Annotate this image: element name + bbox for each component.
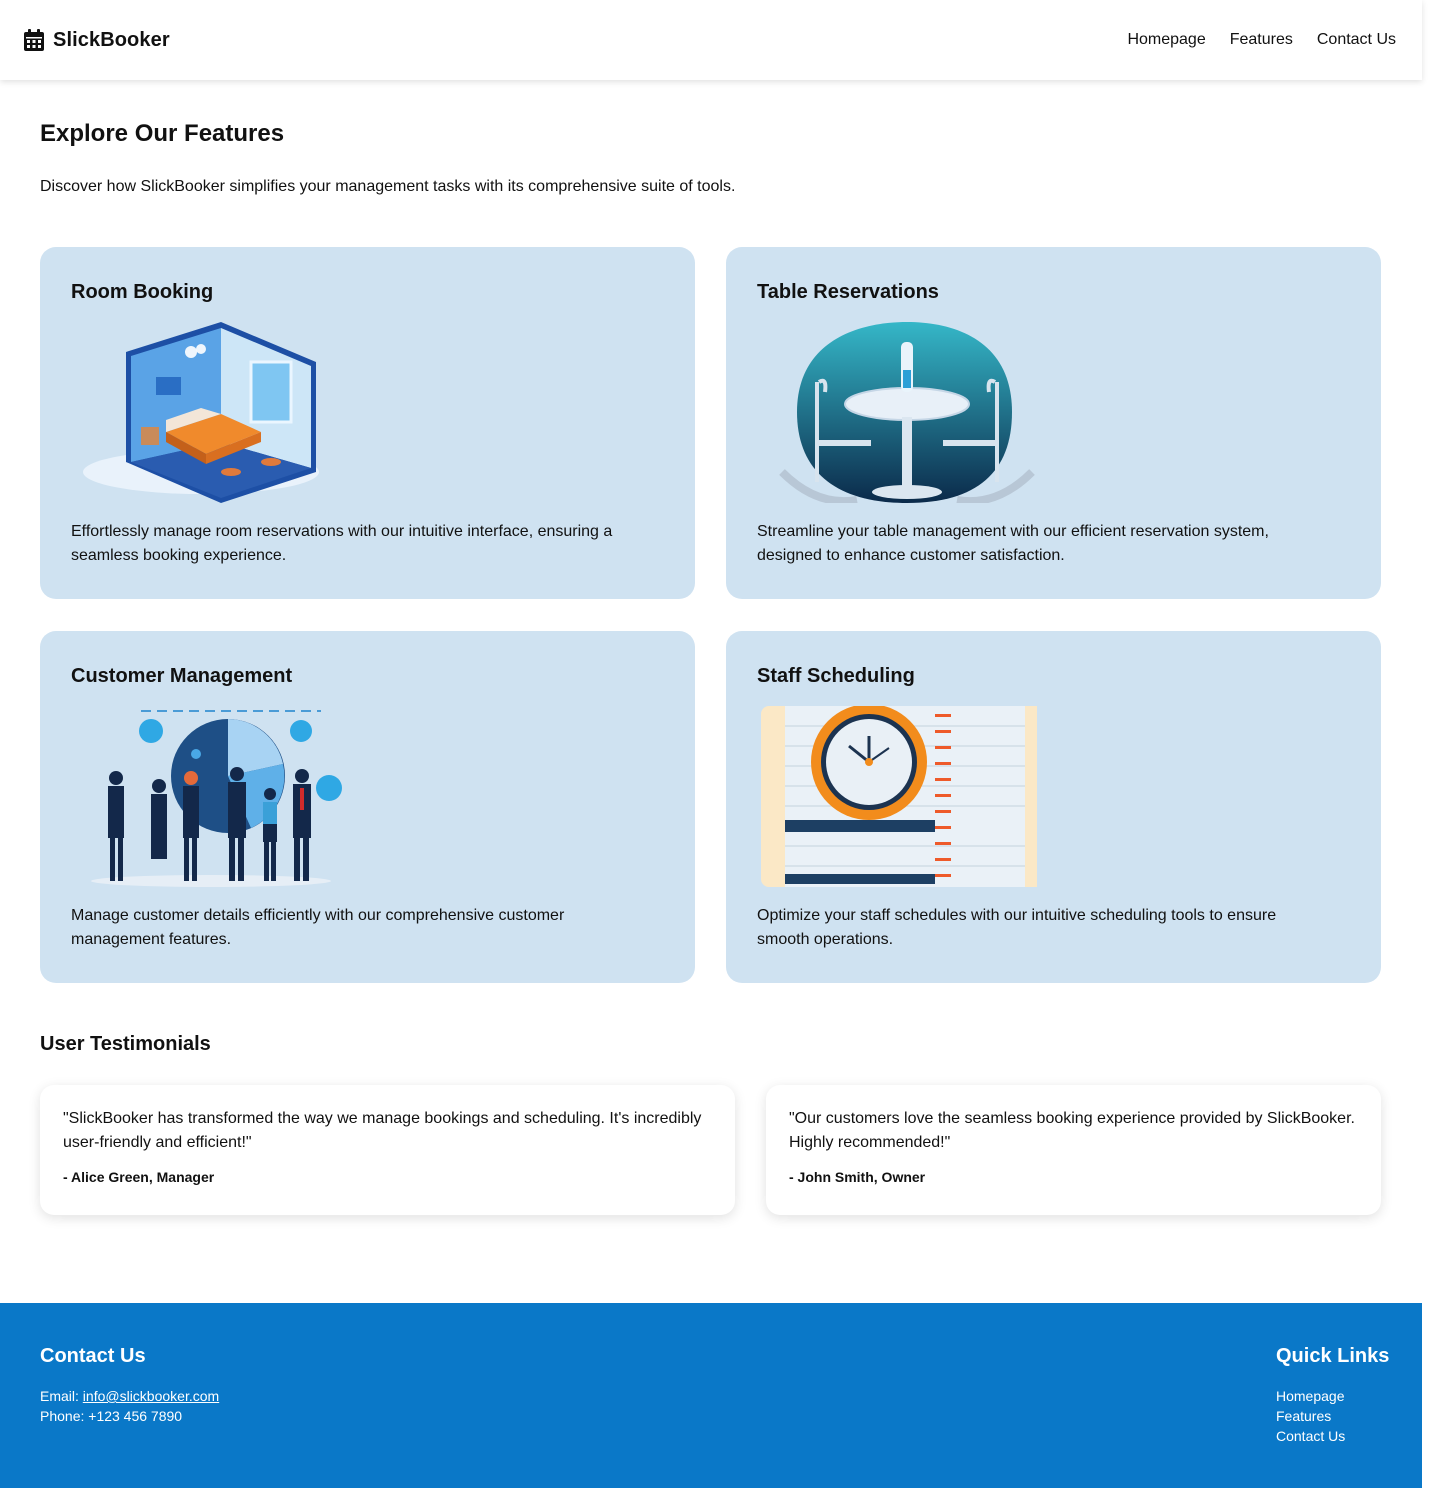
footer-email-line: Email: info@slickbooker.com [40,1386,219,1406]
brand[interactable]: SlickBooker [24,29,170,52]
table-chairs-illustration [779,322,1035,503]
clock-schedule-illustration [761,706,1037,887]
feature-title: Table Reservations [757,281,939,303]
main-nav: Homepage Features Contact Us [1127,31,1396,49]
footer-contact: Contact Us Email: info@slickbooker.com P… [40,1345,219,1426]
isometric-room-illustration [83,322,319,503]
page: SlickBooker Homepage Features Contact Us… [0,0,1422,1488]
feature-description: Effortlessly manage room reservations wi… [71,523,613,564]
testimonials-title: User Testimonials [40,1033,211,1055]
feature-title: Staff Scheduling [757,665,915,687]
nav-homepage[interactable]: Homepage [1127,31,1205,49]
footer-link-homepage[interactable]: Homepage [1276,1386,1389,1406]
feature-title: Customer Management [71,665,293,687]
page-intro: Discover how SlickBooker simplifies your… [40,178,736,195]
feature-card-customer-management: Customer Management Manage customer deta… [40,631,695,983]
feature-description: Streamline your table management with ou… [757,523,1269,564]
feature-description: Optimize your staff schedules with our i… [757,907,1277,948]
site-header: SlickBooker Homepage Features Contact Us [0,0,1422,80]
footer-phone: Phone: +123 456 7890 [40,1408,183,1424]
feature-card-staff-scheduling: Staff Scheduling Optimize your staff sch… [726,631,1381,983]
testimonial-quote: "SlickBooker has transformed the way we … [63,1110,702,1151]
email-label: Email: [40,1388,83,1404]
nav-features[interactable]: Features [1230,31,1293,49]
footer-links-title: Quick Links [1276,1345,1390,1367]
feature-card-table-reservations: Table Reservations Streamline your table… [726,247,1381,599]
calendar-icon [24,29,44,51]
testimonial-author: - Alice Green, Manager [63,1169,215,1185]
feature-card-room-booking: Room Booking Effortlessly manage room re… [40,247,695,599]
footer-quick-links: Quick Links Homepage Features Contact Us [1276,1345,1389,1446]
email-link[interactable]: info@slickbooker.com [83,1388,219,1404]
testimonial-card: "SlickBooker has transformed the way we … [40,1085,735,1215]
business-team-chart-illustration [91,710,342,887]
site-footer: Contact Us Email: info@slickbooker.com P… [0,1303,1422,1488]
testimonial-author: - John Smith, Owner [789,1169,926,1185]
feature-title: Room Booking [71,281,214,303]
footer-link-features[interactable]: Features [1276,1406,1389,1426]
testimonial-quote: "Our customers love the seamless booking… [789,1110,1355,1151]
page-title: Explore Our Features [40,120,285,147]
footer-link-contact-us[interactable]: Contact Us [1276,1426,1389,1446]
nav-contact-us[interactable]: Contact Us [1317,31,1396,49]
footer-contact-title: Contact Us [40,1345,146,1367]
feature-description: Manage customer details efficiently with… [71,907,565,948]
testimonial-card: "Our customers love the seamless booking… [766,1085,1381,1215]
brand-name: SlickBooker [53,28,170,51]
